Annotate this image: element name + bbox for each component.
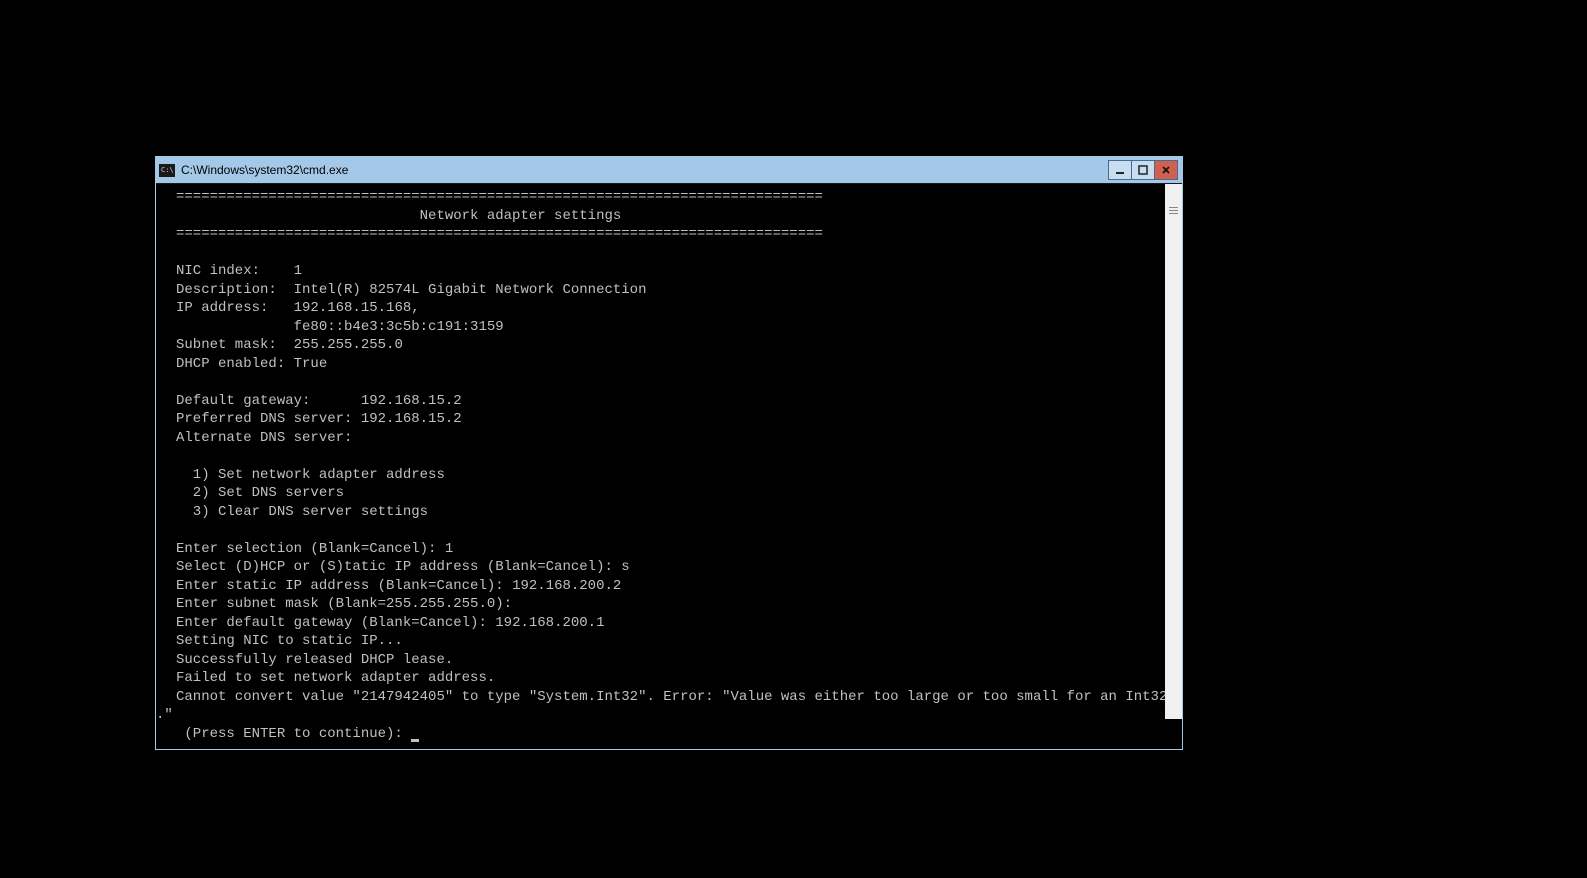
option2: 2) Set DNS servers xyxy=(176,484,1165,503)
nic-index-line: NIC index: 1 xyxy=(176,262,1165,281)
press-enter: (Press ENTER to continue): xyxy=(176,726,411,742)
scrollbar-thumb[interactable] xyxy=(1167,200,1180,220)
gateway-value: 192.168.15.2 xyxy=(361,393,462,409)
close-icon xyxy=(1161,165,1171,175)
input-gateway: 192.168.200.1 xyxy=(495,615,604,631)
nic-index-label: NIC index: xyxy=(176,263,294,279)
divider-bottom: ========================================… xyxy=(176,225,1165,244)
maximize-icon xyxy=(1138,165,1148,175)
dhcp-label: DHCP enabled: xyxy=(176,356,294,372)
ip-line2: fe80::b4e3:3c5b:c191:3159 xyxy=(176,318,1165,337)
window-controls xyxy=(1109,160,1178,180)
maximize-button[interactable] xyxy=(1131,160,1155,180)
titlebar[interactable]: C:\ C:\Windows\system32\cmd.exe xyxy=(156,157,1182,184)
prompt-gateway: Enter default gateway (Blank=Cancel): xyxy=(176,615,495,631)
prompt-dhcp-line: Select (D)HCP or (S)tatic IP address (Bl… xyxy=(176,558,1165,577)
subnet-line: Subnet mask: 255.255.255.0 xyxy=(176,336,1165,355)
blank2 xyxy=(176,373,1165,392)
press-enter-line: (Press ENTER to continue): xyxy=(176,725,1165,744)
prompt-staticip-line: Enter static IP address (Blank=Cancel): … xyxy=(176,577,1165,596)
description-value: Intel(R) 82574L Gigabit Network Connecti… xyxy=(294,282,647,298)
description-line: Description: Intel(R) 82574L Gigabit Net… xyxy=(176,281,1165,300)
prompt-gateway-line: Enter default gateway (Blank=Cancel): 19… xyxy=(176,614,1165,633)
option1: 1) Set network adapter address xyxy=(176,466,1165,485)
released-msg: Successfully released DHCP lease. xyxy=(176,651,1165,670)
dhcp-line: DHCP enabled: True xyxy=(176,355,1165,374)
prompt-dhcp: Select (D)HCP or (S)tatic IP address (Bl… xyxy=(176,559,621,575)
ip-value1: 192.168.15.168, xyxy=(294,300,420,316)
option3: 3) Clear DNS server settings xyxy=(176,503,1165,522)
input-dhcp: s xyxy=(621,559,629,575)
prompt-selection-line: Enter selection (Blank=Cancel): 1 xyxy=(176,540,1165,559)
ip-line1: IP address: 192.168.15.168, xyxy=(176,299,1165,318)
cmd-window: C:\ C:\Windows\system32\cmd.exe === xyxy=(155,156,1183,750)
console-output[interactable]: ========================================… xyxy=(156,184,1165,749)
console-area: ========================================… xyxy=(156,184,1182,749)
window-title: C:\Windows\system32\cmd.exe xyxy=(181,163,1109,177)
blank4 xyxy=(176,521,1165,540)
gateway-line: Default gateway: 192.168.15.2 xyxy=(176,392,1165,411)
failed-msg: Failed to set network adapter address. xyxy=(176,669,1165,688)
nic-index-value: 1 xyxy=(294,263,302,279)
description-label: Description: xyxy=(176,282,294,298)
minimize-button[interactable] xyxy=(1108,160,1132,180)
adns-line: Alternate DNS server: xyxy=(176,429,1165,448)
section-title: Network adapter settings xyxy=(176,207,1165,226)
prompt-staticip: Enter static IP address (Blank=Cancel): xyxy=(176,578,512,594)
cmd-icon: C:\ xyxy=(159,164,175,177)
blank3 xyxy=(176,447,1165,466)
minimize-icon xyxy=(1115,165,1125,175)
input-staticip: 192.168.200.2 xyxy=(512,578,621,594)
cursor xyxy=(411,739,419,742)
pdns-line: Preferred DNS server: 192.168.15.2 xyxy=(176,410,1165,429)
pdns-value: 192.168.15.2 xyxy=(361,411,462,427)
prompt-selection: Enter selection (Blank=Cancel): xyxy=(176,541,445,557)
blank xyxy=(176,244,1165,263)
error-msg-cont: ." xyxy=(156,706,1165,725)
divider-top: ========================================… xyxy=(176,188,1165,207)
ip-label: IP address: xyxy=(176,300,294,316)
subnet-value: 255.255.255.0 xyxy=(294,337,403,353)
setting-msg: Setting NIC to static IP... xyxy=(176,632,1165,651)
vertical-scrollbar[interactable] xyxy=(1165,184,1182,719)
close-button[interactable] xyxy=(1154,160,1178,180)
subnet-label: Subnet mask: xyxy=(176,337,294,353)
dhcp-value: True xyxy=(294,356,328,372)
prompt-subnet-line: Enter subnet mask (Blank=255.255.255.0): xyxy=(176,595,1165,614)
input-selection: 1 xyxy=(445,541,453,557)
gateway-label: Default gateway: xyxy=(176,393,361,409)
error-msg: Cannot convert value "2147942405" to typ… xyxy=(176,688,1165,707)
pdns-label: Preferred DNS server: xyxy=(176,411,361,427)
